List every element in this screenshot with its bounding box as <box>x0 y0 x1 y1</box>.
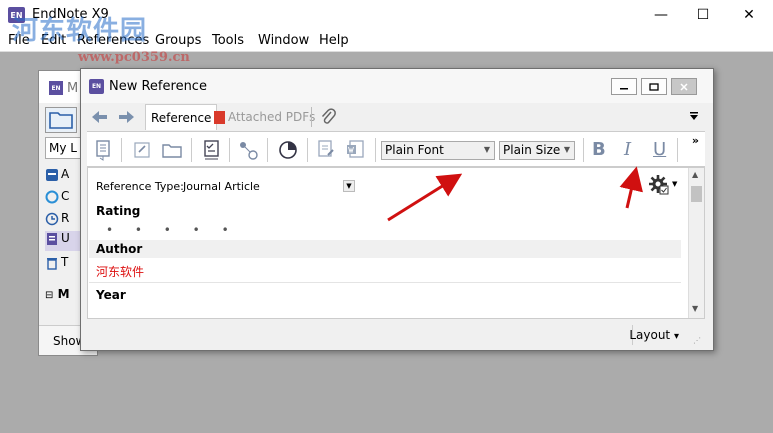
tab-divider <box>311 107 312 127</box>
open-folder-icon[interactable] <box>161 139 183 161</box>
edit-document-icon[interactable] <box>315 139 337 161</box>
pie-chart-icon[interactable] <box>277 139 299 161</box>
sync-icon <box>45 190 59 204</box>
library-title: M <box>67 81 79 96</box>
scroll-down-icon[interactable]: ▼ <box>692 304 698 313</box>
author-label: Author <box>96 242 143 256</box>
reference-type-dropdown[interactable]: ▼ <box>343 180 355 192</box>
scroll-up-icon[interactable]: ▲ <box>692 170 698 179</box>
vertical-scrollbar[interactable]: ▲ ▼ <box>688 168 704 318</box>
minimize-button[interactable] <box>611 78 637 95</box>
bold-button[interactable]: B <box>592 139 606 160</box>
clock-icon <box>45 212 59 226</box>
toolbar-separator <box>583 138 584 162</box>
toolbar-separator <box>267 138 268 162</box>
dropdown-arrow-icon: ▼ <box>563 145 570 154</box>
underline-button[interactable]: U <box>653 139 666 160</box>
menu-groups[interactable]: Groups <box>155 33 201 48</box>
reference-toolbar: Plain Font ▼ Plain Size ▼ B I U » <box>87 131 705 167</box>
gear-icon[interactable] <box>648 174 670 201</box>
reference-fields-panel: Reference Type: Journal Article ▼ ▼ Rati… <box>87 167 705 319</box>
scroll-thumb[interactable] <box>691 186 702 202</box>
rating-label: Rating <box>96 204 141 218</box>
close-button[interactable] <box>671 78 697 95</box>
field-divider <box>89 282 681 283</box>
maximize-button[interactable]: ☐ <box>680 4 726 26</box>
reference-window-title: New Reference <box>109 79 207 94</box>
back-arrow-icon[interactable] <box>91 108 109 126</box>
endnote-logo-icon: EN <box>89 79 104 94</box>
layout-button[interactable]: Layout ▾ <box>629 328 679 342</box>
close-button[interactable]: ✕ <box>726 4 772 26</box>
toolbar-separator <box>307 138 308 162</box>
toolbar-separator <box>121 138 122 162</box>
connect-icon[interactable] <box>237 139 259 161</box>
reference-tab-row: Reference Attached PDFs <box>87 103 705 131</box>
reference-titlebar: EN New Reference <box>81 69 713 103</box>
toolbar-separator <box>229 138 230 162</box>
menu-help[interactable]: Help <box>319 33 349 48</box>
watermark-url: www.pc0359.cn <box>78 50 190 65</box>
forward-arrow-icon[interactable] <box>117 108 135 126</box>
reference-type-label: Reference Type: <box>96 180 184 193</box>
word-document-icon[interactable] <box>345 139 367 161</box>
gear-dropdown-icon[interactable]: ▼ <box>672 180 677 188</box>
paperclip-icon[interactable] <box>319 107 337 132</box>
checklist-icon[interactable] <box>201 139 223 161</box>
size-select[interactable]: Plain Size ▼ <box>499 141 575 160</box>
author-field-header <box>89 240 681 258</box>
font-select[interactable]: Plain Font ▼ <box>381 141 495 160</box>
insert-citation-icon[interactable] <box>93 139 115 161</box>
reference-type-value[interactable]: Journal Article <box>183 180 260 193</box>
folder-icon[interactable] <box>45 107 77 133</box>
author-input[interactable]: 河东软件 <box>96 263 144 280</box>
toolbar-separator <box>375 138 376 162</box>
new-reference-window: EN New Reference Reference Attached PDFs <box>80 68 714 351</box>
watermark: 河东软件园 <box>12 16 148 46</box>
restore-button[interactable] <box>641 78 667 95</box>
inbox-icon <box>45 168 59 182</box>
link-icon[interactable] <box>131 139 153 161</box>
dropdown-arrow-icon: ▼ <box>483 145 490 154</box>
tab-reference[interactable]: Reference <box>145 104 218 130</box>
collapse-icon: ⊟ <box>45 290 54 301</box>
tab-overflow-icon[interactable] <box>689 111 699 124</box>
pdf-icon <box>214 111 225 124</box>
minimize-button[interactable]: — <box>638 4 684 26</box>
more-tools-icon[interactable]: » <box>692 134 699 147</box>
endnote-logo-icon: EN <box>49 81 63 95</box>
italic-button[interactable]: I <box>624 139 631 160</box>
document-icon <box>45 232 59 246</box>
tab-attached-pdfs[interactable]: Attached PDFs <box>209 104 320 130</box>
toolbar-separator <box>191 138 192 162</box>
toolbar-separator <box>677 138 678 162</box>
year-label: Year <box>96 288 126 302</box>
menu-tools[interactable]: Tools <box>212 33 244 48</box>
trash-icon <box>45 256 59 270</box>
resize-grip-icon[interactable]: ⋰ <box>693 336 701 345</box>
menu-window[interactable]: Window <box>258 33 309 48</box>
reference-status-bar: Layout ▾ ⋰ <box>87 322 705 348</box>
rating-stars[interactable]: • • • • • <box>106 223 238 237</box>
